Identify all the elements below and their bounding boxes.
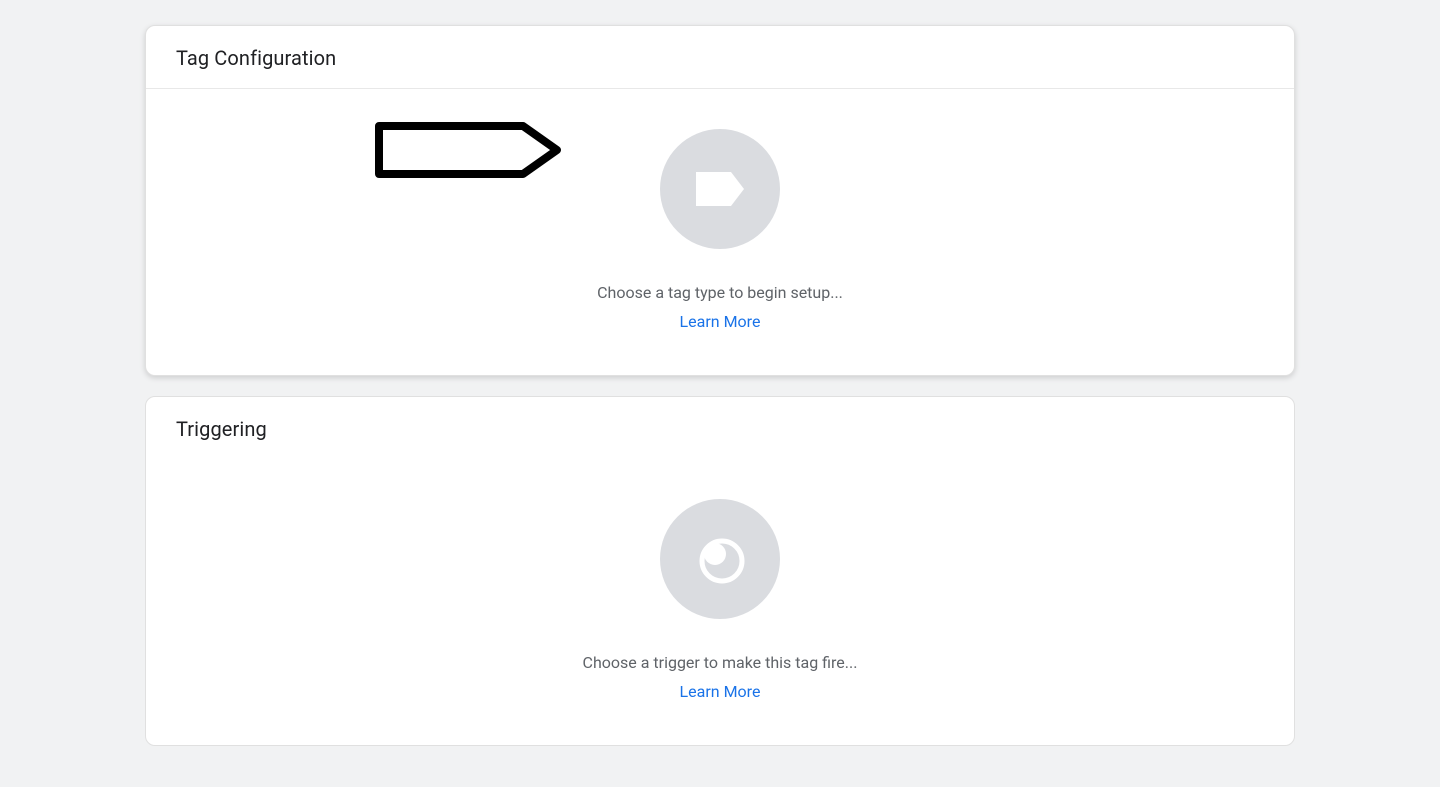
tag-configuration-title: Tag Configuration — [146, 26, 1294, 89]
tag-outline-icon — [373, 122, 563, 178]
triggering-learn-more-link[interactable]: Learn More — [680, 682, 761, 701]
trigger-placeholder-disc — [660, 499, 780, 619]
triggering-card[interactable]: Triggering Choose a trigger to make this… — [145, 396, 1295, 746]
tag-placeholder-disc — [660, 129, 780, 249]
tag-config-prompt: Choose a tag type to begin setup... — [597, 283, 843, 302]
tag-configuration-empty-area: Choose a tag type to begin setup... Lear… — [146, 89, 1294, 375]
triggering-title: Triggering — [146, 397, 1294, 459]
trigger-icon — [694, 533, 746, 585]
tag-icon — [694, 170, 746, 208]
tag-config-learn-more-link[interactable]: Learn More — [680, 312, 761, 331]
tag-configuration-card[interactable]: Tag Configuration Choose a tag type to b… — [145, 25, 1295, 376]
triggering-prompt: Choose a trigger to make this tag fire..… — [583, 653, 858, 672]
triggering-empty-area: Choose a trigger to make this tag fire..… — [146, 459, 1294, 745]
